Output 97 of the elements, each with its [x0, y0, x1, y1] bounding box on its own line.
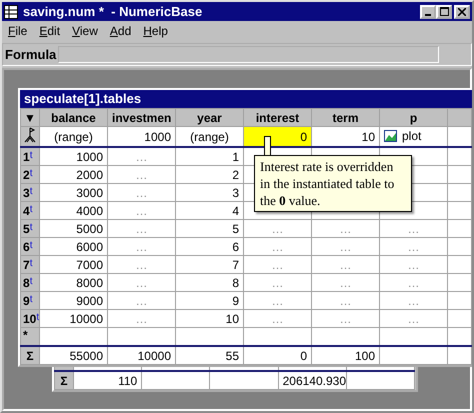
table-cell: 9: [176, 292, 244, 310]
table-cell: 7: [176, 256, 244, 274]
menu-item[interactable]: File: [8, 24, 28, 38]
column-header[interactable]: p: [380, 108, 448, 126]
table-cell: …: [108, 274, 176, 292]
maximize-icon: [440, 7, 448, 16]
table-cell: 7000: [40, 256, 108, 274]
table-cell: …: [380, 274, 448, 292]
table-cell[interactable]: plot: [380, 126, 448, 147]
table-cell: …: [380, 310, 448, 328]
menu-item[interactable]: View: [72, 24, 98, 38]
table-cell: …: [380, 292, 448, 310]
row-number[interactable]: 8$^{t}$: [20, 274, 40, 292]
table-cell: …: [244, 310, 312, 328]
maximize-button[interactable]: [436, 4, 452, 18]
row-number[interactable]: 9$^{t}$: [20, 292, 40, 310]
sum-cell: 0: [244, 346, 312, 364]
table-cell: …: [108, 147, 176, 166]
table-cell: 6: [176, 238, 244, 256]
formula-field[interactable]: [58, 46, 439, 63]
table-cell: …: [244, 238, 312, 256]
table-cell: …: [108, 292, 176, 310]
sum-marker: Σ: [20, 346, 40, 364]
column-header[interactable]: balance: [40, 108, 108, 126]
table-cell[interactable]: 1000: [108, 126, 176, 147]
table-cell: 3: [176, 184, 244, 202]
table-cell: …: [244, 256, 312, 274]
tooltip-pointer: [264, 136, 271, 157]
flag-icon: [23, 127, 37, 143]
menu-item[interactable]: Help: [143, 24, 168, 38]
sum-cell: 55000: [40, 346, 108, 364]
table-cell: …: [108, 202, 176, 220]
sum-cell: 55: [176, 346, 244, 364]
table-cell: 5: [176, 220, 244, 238]
table-cell: 2: [176, 166, 244, 184]
sum-cell: 10000: [108, 346, 176, 364]
row-number[interactable]: 7$^{t}$: [20, 256, 40, 274]
sum-cell: 110: [74, 371, 142, 390]
table-cell: 3000: [40, 184, 108, 202]
table-cell: 10: [176, 310, 244, 328]
table-cell: …: [244, 292, 312, 310]
table-cell: …: [312, 310, 380, 328]
table-cell: …: [244, 274, 312, 292]
table-cell: 1000: [40, 147, 108, 166]
table-cell: …: [312, 256, 380, 274]
table-cell: 9000: [40, 292, 108, 310]
row-number[interactable]: 6$^{t}$: [20, 238, 40, 256]
chart-icon: [384, 130, 397, 142]
table-cell: …: [380, 220, 448, 238]
table-cell: …: [312, 292, 380, 310]
table-cell[interactable]: 10: [312, 126, 380, 147]
table-cell: 10000: [40, 310, 108, 328]
column-header[interactable]: interest: [244, 108, 312, 126]
minimize-icon: [425, 14, 431, 16]
close-icon: [458, 8, 466, 16]
table-cell: 8: [176, 274, 244, 292]
table-cell: …: [380, 256, 448, 274]
sum-cell: 100: [312, 346, 380, 364]
table-cell: …: [108, 238, 176, 256]
table-cell: 4: [176, 202, 244, 220]
table-cell: 2000: [40, 166, 108, 184]
close-button[interactable]: [454, 4, 470, 18]
table-cell: …: [108, 256, 176, 274]
table-cell: …: [312, 220, 380, 238]
menu-item[interactable]: Add: [110, 24, 132, 38]
tooltip: Interest rate is overridden in the instantiated table to the 0 value.: [254, 155, 412, 212]
table-cell: …: [108, 184, 176, 202]
column-header[interactable]: term: [312, 108, 380, 126]
table-cell: 1: [176, 147, 244, 166]
table-cell: …: [108, 310, 176, 328]
row-number[interactable]: 5$^{t}$: [20, 220, 40, 238]
table-cell: 5000: [40, 220, 108, 238]
formula-label: Formula: [5, 47, 56, 62]
table-cell: 4000: [40, 202, 108, 220]
menu-item[interactable]: Edit: [39, 24, 60, 38]
row-number[interactable]: 3$^{t}$: [20, 184, 40, 202]
row-number[interactable]: 4$^{t}$: [20, 202, 40, 220]
table-cell: …: [312, 238, 380, 256]
table-cell: …: [312, 274, 380, 292]
table-cell: 8000: [40, 274, 108, 292]
sum-marker: Σ: [54, 371, 74, 390]
column-header[interactable]: investmen: [108, 108, 176, 126]
table-cell: 6000: [40, 238, 108, 256]
table-window-title: speculate[1].tables: [20, 90, 472, 108]
row-number[interactable]: 1$^{t}$: [20, 147, 40, 166]
sum-cell: 206140.930: [278, 371, 346, 390]
table-cell: …: [244, 220, 312, 238]
window-title: saving.num * - NumericBase: [23, 4, 204, 19]
grid-icon: [4, 4, 18, 18]
minimize-button[interactable]: [420, 4, 436, 18]
column-menu-toggle[interactable]: ▼: [20, 108, 40, 126]
table-cell[interactable]: (range): [40, 126, 108, 147]
column-header[interactable]: year: [176, 108, 244, 126]
table-cell: …: [108, 220, 176, 238]
table-cell: …: [380, 238, 448, 256]
row-number[interactable]: 2$^{t}$: [20, 166, 40, 184]
table-cell: …: [108, 166, 176, 184]
